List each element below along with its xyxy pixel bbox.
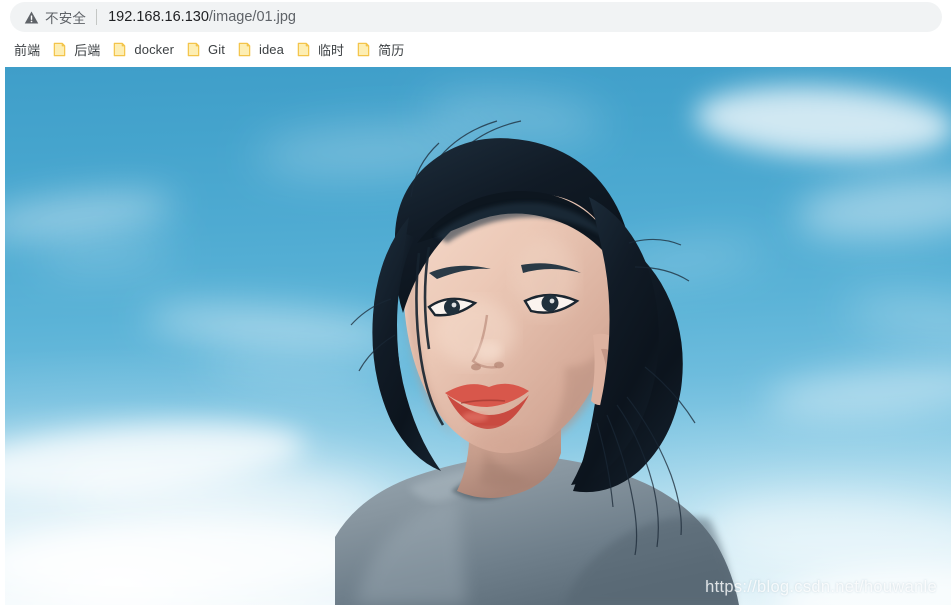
omnibox-divider <box>96 9 98 25</box>
security-status-label: 不安全 <box>45 11 87 26</box>
warning-triangle-icon <box>24 11 39 23</box>
bookmark-label: 前端 <box>14 43 41 58</box>
folder-icon <box>114 42 126 57</box>
url-display[interactable]: 192.168.16.130/image/01.jpg <box>108 9 296 25</box>
folder-icon <box>187 42 200 57</box>
bookmark-label: docker <box>134 42 175 57</box>
bookmark-item-backend[interactable]: 后端 <box>46 38 106 62</box>
url-host: 192.168.16.130 <box>108 9 209 25</box>
bookmark-item-frontend[interactable]: 前端 <box>8 38 46 62</box>
folder-icon <box>357 42 370 57</box>
url-path: /image/01.jpg <box>208 9 296 25</box>
bookmark-item-temp[interactable]: 临时 <box>290 38 350 62</box>
bookmark-label: Git <box>208 42 225 57</box>
bookmark-label: idea <box>258 42 284 57</box>
address-bar[interactable]: 不安全 192.168.16.130/image/01.jpg <box>10 2 942 32</box>
bookmark-label: 临时 <box>317 43 345 58</box>
nose-highlight <box>476 341 502 361</box>
bookmark-item-resume[interactable]: 简历 <box>350 38 410 62</box>
lip-highlight <box>462 412 488 422</box>
chin-shadow <box>467 429 535 461</box>
bookmark-label: 后端 <box>74 43 101 58</box>
folder-icon <box>297 42 310 57</box>
image-viewer[interactable]: https://blog.csdn.net/houwanle <box>5 67 951 605</box>
browser-toolbar: 不安全 192.168.16.130/image/01.jpg <box>0 2 951 32</box>
bookmarks-bar: 前端 后端 docker Git idea 临时 简历 <box>0 32 951 67</box>
bookmark-label: 简历 <box>378 43 405 58</box>
portrait-subject <box>335 120 739 605</box>
browser-window: 不安全 192.168.16.130/image/01.jpg 前端 后端 do… <box>0 0 951 605</box>
bookmark-item-docker[interactable]: docker <box>106 38 180 62</box>
bookmark-item-git[interactable]: Git <box>180 38 231 62</box>
folder-icon <box>53 42 66 57</box>
security-status-chip[interactable]: 不安全 <box>24 7 86 27</box>
page-content-area: https://blog.csdn.net/houwanle <box>0 67 951 605</box>
nostril-right <box>494 361 504 369</box>
folder-icon <box>238 42 251 57</box>
nostril-left <box>471 363 481 371</box>
bookmark-item-idea[interactable]: idea <box>231 38 290 62</box>
